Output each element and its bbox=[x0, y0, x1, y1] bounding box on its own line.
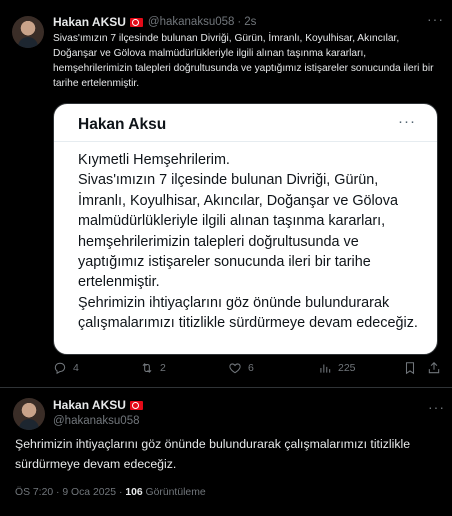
timestamp[interactable]: ÖS 7:20 · 9 Oca 2025 · bbox=[15, 487, 125, 498]
more-options-icon[interactable]: ··· bbox=[428, 400, 445, 414]
timestamp[interactable]: 2s bbox=[244, 16, 256, 28]
views-chart-icon bbox=[320, 364, 331, 373]
repost-icon bbox=[142, 363, 152, 373]
repost-button[interactable]: 2 bbox=[140, 361, 166, 375]
card-text: Kıymetli Hemşehrilerim. Sivas'ımızın 7 i… bbox=[78, 150, 428, 334]
turkey-flag-icon bbox=[129, 17, 143, 27]
card-paragraph-1: Sivas'ımızın 7 ilçesinde bulunan Divriği… bbox=[78, 172, 398, 291]
reply-button[interactable]: 4 bbox=[53, 361, 79, 375]
tweet-text: Şehrimizin ihtiyaçlarını göz önünde bulu… bbox=[15, 437, 411, 471]
repost-count: 2 bbox=[160, 362, 166, 374]
tweet-header: Hakan AKSU @hakanaksu058 bbox=[53, 398, 143, 427]
user-handle[interactable]: @hakanaksu058 bbox=[53, 415, 143, 427]
image-card[interactable]: Hakan Aksu ··· Kıymetli Hemşehrilerim. S… bbox=[53, 103, 438, 355]
display-name[interactable]: Hakan AKSU bbox=[53, 398, 126, 412]
tweet-text: Sivas'ımızın 7 ilçesinde bulunan Divriği… bbox=[53, 33, 434, 89]
quoted-tweet[interactable]: Hakan AKSU @hakanaksu058 · 2s ··· Sivas'… bbox=[0, 0, 452, 388]
avatar[interactable] bbox=[12, 16, 44, 48]
like-count: 6 bbox=[248, 362, 254, 374]
reply-icon bbox=[54, 362, 66, 375]
more-options-icon[interactable]: ··· bbox=[427, 12, 444, 26]
share-icon bbox=[428, 362, 440, 374]
view-count: 225 bbox=[338, 362, 356, 374]
card-greeting: Kıymetli Hemşehrilerim. bbox=[78, 152, 230, 168]
tweet-header: Hakan AKSU @hakanaksu058 · 2s bbox=[53, 15, 256, 29]
views-label: Görüntüleme bbox=[142, 487, 206, 498]
bookmark-button[interactable] bbox=[403, 361, 423, 375]
tweet-actions: 4 2 6 225 bbox=[53, 361, 445, 381]
bookmark-icon bbox=[405, 362, 415, 375]
card-divider bbox=[54, 141, 437, 142]
avatar[interactable] bbox=[13, 398, 45, 430]
main-tweet: Hakan AKSU @hakanaksu058 ··· Şehrimizin … bbox=[0, 389, 452, 516]
share-button[interactable] bbox=[427, 361, 447, 375]
card-author-name: Hakan Aksu bbox=[78, 116, 167, 133]
views-count: 106 bbox=[125, 487, 143, 498]
like-button[interactable]: 6 bbox=[228, 361, 254, 375]
reply-count: 4 bbox=[73, 362, 79, 374]
user-handle[interactable]: @hakanaksu058 bbox=[148, 16, 235, 28]
views-button[interactable]: 225 bbox=[318, 361, 356, 375]
card-paragraph-2: Şehrimizin ihtiyaçlarını göz önünde bulu… bbox=[78, 294, 418, 332]
heart-icon bbox=[229, 363, 241, 374]
separator: · bbox=[237, 16, 242, 28]
display-name[interactable]: Hakan AKSU bbox=[53, 15, 126, 29]
card-more-icon: ··· bbox=[398, 113, 416, 130]
tweet-meta: ÖS 7:20 · 9 Oca 2025 · 106 Görüntüleme bbox=[15, 487, 206, 498]
turkey-flag-icon bbox=[129, 400, 143, 410]
